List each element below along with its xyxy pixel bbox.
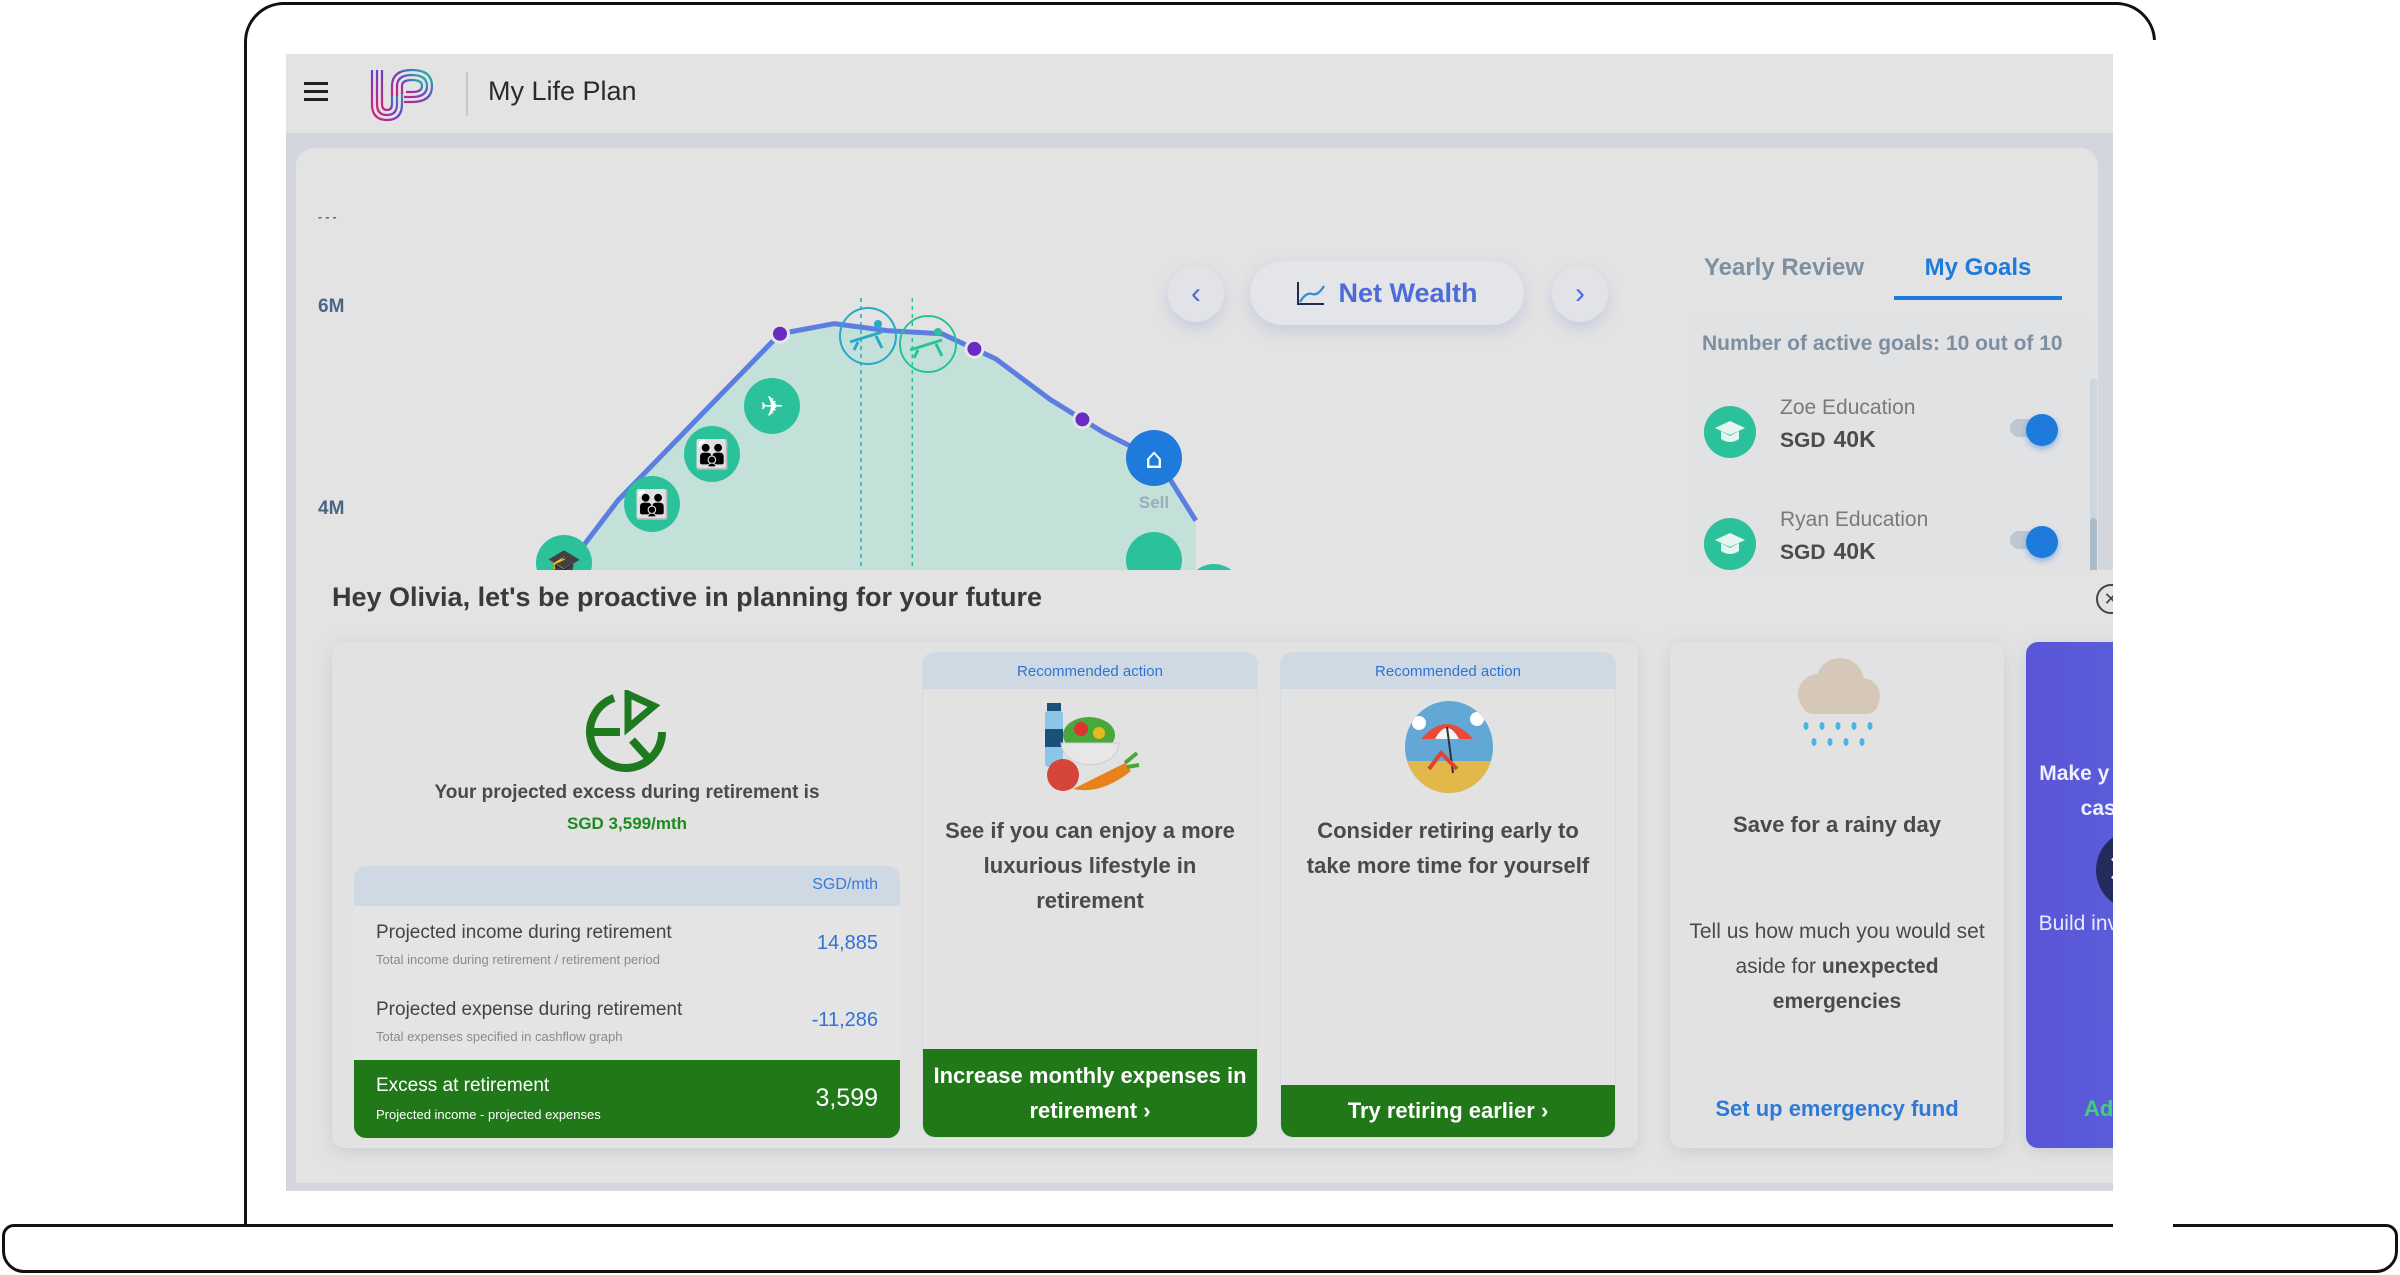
close-icon[interactable]: ✕ (2096, 584, 2113, 614)
sell-label: Sell (1139, 493, 1169, 512)
lounger-head (874, 320, 882, 328)
goal-name: Ryan Education (1780, 508, 1929, 531)
milestone-marker (967, 341, 982, 356)
summary-card: Your projected excess during retirement … (332, 642, 1638, 1148)
lounger-head (934, 328, 942, 336)
goal-value: 40K (1833, 538, 1876, 564)
row-value: -11,286 (811, 1009, 878, 1031)
goal-toggle[interactable] (2010, 414, 2058, 446)
children-event-icon-glyph: 👪 (695, 438, 730, 471)
promo-card: Make y you by cash t Build inves savi Ad… (2026, 642, 2113, 1148)
button-label: Increase monthly expenses in retirement (933, 1063, 1247, 1123)
metric-label: Net Wealth (1338, 277, 1478, 308)
rec-text: See if you can enjoy a more luxurious li… (945, 818, 1235, 913)
row-title: Projected income during retirement (376, 922, 672, 943)
unit-header: SGD/mth (354, 866, 900, 906)
total-subtitle: Projected income - projected expenses (376, 1107, 601, 1122)
app-screen: My Life Plan 🎓 👪 👪 ✈ ⌂ Sell - - - 6M 4M ‹ Net… (286, 54, 2113, 1191)
chevron-right-icon: › (1575, 277, 1585, 310)
chevron-left-icon: ‹ (1191, 277, 1201, 310)
children-event-icon-glyph: 👪 (635, 488, 670, 521)
graduation-cap-icon (1704, 518, 1756, 570)
metric-selector[interactable]: Net Wealth (1250, 261, 1524, 325)
recommendation-card: Recommended action Consider retiring ear… (1280, 652, 1616, 1138)
hamburger-icon[interactable] (304, 80, 330, 102)
rec-header: Recommended action (1281, 653, 1615, 689)
graduation-cap-icon (1704, 406, 1756, 458)
y-tick-6m: 6M (318, 296, 345, 317)
screen-edge-mask (2113, 40, 2173, 1230)
milestone-marker (1075, 412, 1090, 427)
beach-icon (1405, 701, 1493, 793)
line-chart-icon (1297, 282, 1326, 305)
rain-cloud-icon (1798, 658, 1880, 746)
try-retiring-earlier-button[interactable]: Try retiring earlier › (1281, 1085, 1615, 1137)
net-wealth-chart: 🎓👪👪✈⌂Sell (536, 298, 1242, 588)
summary-text: Your projected excess during retirement … (434, 782, 820, 803)
pie-chart-icon (586, 690, 666, 772)
row-subtitle: Total expenses specified in cashflow gra… (376, 1029, 623, 1044)
goal-toggle[interactable] (2010, 526, 2058, 558)
title-divider (466, 72, 468, 116)
goal-value: 40K (1833, 426, 1876, 452)
promo-description: Build inves savi (2038, 912, 2113, 935)
promo-title: Make y you by cash t (2039, 762, 2113, 820)
close-icon[interactable]: ✕ (2096, 830, 2113, 910)
y-tick-partial: - - - (318, 210, 337, 224)
prev-metric-button[interactable]: ‹ (1168, 266, 1224, 322)
goal-currency: SGD (1780, 429, 1826, 452)
total-value: 3,599 (815, 1084, 878, 1112)
summary-value: SGD 3,599/mth (567, 814, 687, 833)
goal-item[interactable]: Zoe Education SGD 40K (1704, 396, 2064, 476)
up-logo (370, 68, 434, 122)
row-title: Projected expense during retirement (376, 999, 683, 1020)
active-goals-count: Number of active goals: 10 out of 10 (1702, 332, 2063, 355)
goal-amount: SGD 40K (1780, 426, 1876, 453)
rec-text: Consider retiring early to take more tim… (1306, 818, 1590, 878)
excess-total-row: Excess at retirement Projected income - … (354, 1060, 900, 1138)
goal-amount: SGD 40K (1780, 538, 1876, 565)
overlay-title: Hey Olivia, let's be proactive in planni… (332, 582, 1043, 612)
rec-header: Recommended action (923, 653, 1257, 689)
top-bar: My Life Plan (286, 54, 2113, 133)
rainy-day-title: Save for a rainy day (1733, 812, 1941, 837)
y-tick-4m: 4M (318, 498, 345, 519)
rainy-day-description: Tell us how much you would set aside for… (1684, 914, 1990, 1019)
tab-yearly-review[interactable]: Yearly Review (1684, 254, 1884, 296)
increase-expenses-button[interactable]: Increase monthly expenses in retirement … (923, 1049, 1257, 1137)
goals-tabs: Yearly Review My Goals (1684, 254, 2084, 310)
promo-add-link[interactable]: Add (2084, 1096, 2113, 1122)
rainy-day-card: Save for a rainy day Tell us how much yo… (1670, 642, 2004, 1148)
next-metric-button[interactable]: › (1552, 266, 1608, 322)
income-row: Projected income during retirement Total… (354, 906, 900, 983)
retirement-breakdown-table: SGD/mth Projected income during retireme… (354, 866, 900, 1138)
goal-currency: SGD (1780, 541, 1826, 564)
row-subtitle: Total income during retirement / retirem… (376, 952, 660, 967)
device-base (2, 1224, 2398, 1273)
total-title: Excess at retirement (376, 1075, 550, 1096)
setup-emergency-fund-link[interactable]: Set up emergency fund (1670, 1096, 2004, 1122)
home-sell-icon-glyph: ⌂ (1145, 442, 1163, 475)
goal-name: Zoe Education (1780, 396, 1916, 419)
travel-event-icon-glyph: ✈ (760, 390, 783, 423)
food-icon (1045, 703, 1140, 791)
recommendation-card: Recommended action See if you can enjoy … (922, 652, 1258, 1138)
milestone-marker (773, 326, 787, 341)
app-title: My Life Plan (488, 76, 637, 106)
row-value: 14,885 (816, 932, 878, 954)
tab-my-goals[interactable]: My Goals (1894, 254, 2062, 300)
chevron-right-icon: › (1143, 1098, 1151, 1123)
recommendation-overlay: Hey Olivia, let's be proactive in planni… (296, 570, 2113, 1183)
chevron-right-icon: › (1540, 1098, 1549, 1123)
expense-row: Projected expense during retirement Tota… (354, 983, 900, 1060)
button-label: Try retiring earlier (1347, 1098, 1535, 1123)
